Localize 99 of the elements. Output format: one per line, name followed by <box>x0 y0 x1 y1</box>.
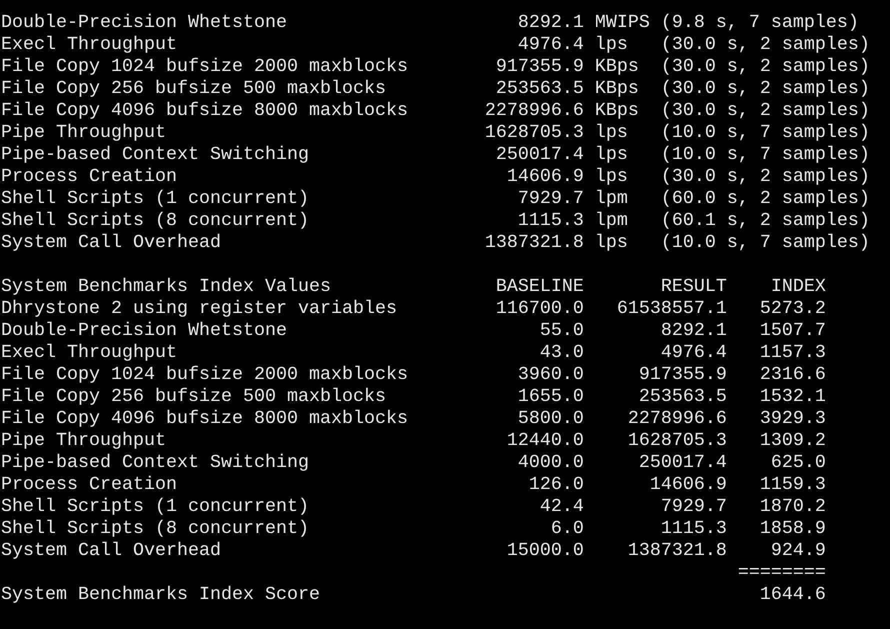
column-header: RESULT <box>660 276 727 298</box>
baseline-value: 116700.0 <box>496 298 584 320</box>
run-detail: (30.0 s, 2 samples) <box>660 56 870 78</box>
index-value: 5273.2 <box>760 298 826 320</box>
run-detail: (30.0 s, 2 samples) <box>660 166 870 188</box>
test-name: Execl Throughput <box>1 34 177 56</box>
unit-label: KBps <box>594 78 639 100</box>
result-value: 2278996.6 <box>628 408 727 430</box>
test-name: Pipe Throughput <box>1 430 166 452</box>
baseline-value: 126.0 <box>528 474 584 496</box>
run-detail: (60.0 s, 2 samples) <box>660 188 870 210</box>
result-value: 1628705.3 <box>628 430 727 452</box>
run-detail: (30.0 s, 2 samples) <box>660 100 870 122</box>
test-value: 4976.4 <box>518 34 584 56</box>
index-value: 924.9 <box>770 540 826 562</box>
result-value: 1387321.8 <box>628 540 727 562</box>
test-name: Shell Scripts (1 concurrent) <box>1 188 309 210</box>
test-name: Dhrystone 2 using register variables <box>1 298 397 320</box>
separator-line: ======== <box>738 562 826 584</box>
run-detail: (30.0 s, 2 samples) <box>660 78 870 100</box>
test-name: Pipe-based Context Switching <box>1 452 309 474</box>
test-value: 1387321.8 <box>484 232 584 254</box>
index-value: 625.0 <box>770 452 826 474</box>
test-name: Shell Scripts (8 concurrent) <box>1 518 309 540</box>
index-value: 3929.3 <box>760 408 826 430</box>
run-detail: (9.8 s, 7 samples) <box>660 12 859 34</box>
test-name: Double-Precision Whetstone <box>1 320 287 342</box>
test-name: File Copy 1024 bufsize 2000 maxblocks <box>1 56 408 78</box>
unit-label: lpm <box>594 210 628 232</box>
test-name: File Copy 256 bufsize 500 maxblocks <box>1 386 386 408</box>
test-name: File Copy 4096 bufsize 8000 maxblocks <box>1 100 408 122</box>
baseline-value: 15000.0 <box>506 540 584 562</box>
unit-label: lps <box>594 34 628 56</box>
baseline-value: 55.0 <box>540 320 584 342</box>
baseline-value: 4000.0 <box>518 452 584 474</box>
test-name: Process Creation <box>1 166 177 188</box>
baseline-value: 3960.0 <box>518 364 584 386</box>
test-value: 1115.3 <box>518 210 584 232</box>
test-name: System Call Overhead <box>1 232 221 254</box>
result-value: 917355.9 <box>638 364 727 386</box>
index-value: 1532.1 <box>760 386 826 408</box>
score-value: 1644.6 <box>760 584 826 606</box>
column-header: INDEX <box>770 276 826 298</box>
index-value: 2316.6 <box>760 364 826 386</box>
test-name: Shell Scripts (1 concurrent) <box>1 496 309 518</box>
baseline-value: 5800.0 <box>518 408 584 430</box>
result-value: 250017.4 <box>638 452 727 474</box>
test-value: 917355.9 <box>496 56 584 78</box>
run-detail: (30.0 s, 2 samples) <box>660 34 870 56</box>
baseline-value: 42.4 <box>540 496 584 518</box>
baseline-value: 12440.0 <box>506 430 584 452</box>
test-name: Double-Precision Whetstone <box>1 12 287 34</box>
test-value: 2278996.6 <box>484 100 584 122</box>
unit-label: MWIPS <box>594 12 650 34</box>
index-value: 1157.3 <box>760 342 826 364</box>
unit-label: KBps <box>594 56 639 78</box>
result-value: 4976.4 <box>660 342 727 364</box>
index-value: 1507.7 <box>760 320 826 342</box>
baseline-value: 6.0 <box>550 518 584 540</box>
unit-label: lps <box>594 122 628 144</box>
index-value: 1858.9 <box>760 518 826 540</box>
index-value: 1870.2 <box>760 496 826 518</box>
index-value: 1159.3 <box>760 474 826 496</box>
test-name: File Copy 256 bufsize 500 maxblocks <box>1 78 386 100</box>
baseline-value: 43.0 <box>540 342 584 364</box>
result-value: 1115.3 <box>660 518 727 540</box>
test-name: Shell Scripts (8 concurrent) <box>1 210 309 232</box>
test-value: 253563.5 <box>496 78 584 100</box>
unit-label: lpm <box>594 188 628 210</box>
test-value: 1628705.3 <box>484 122 584 144</box>
score-label: System Benchmarks Index Score <box>1 584 320 606</box>
column-header: BASELINE <box>496 276 584 298</box>
run-detail: (10.0 s, 7 samples) <box>660 232 870 254</box>
unit-label: lps <box>594 232 628 254</box>
test-name: System Call Overhead <box>1 540 221 562</box>
test-value: 14606.9 <box>506 166 584 188</box>
run-detail: (10.0 s, 7 samples) <box>660 144 870 166</box>
test-value: 7929.7 <box>518 188 584 210</box>
baseline-value: 1655.0 <box>518 386 584 408</box>
test-name: Pipe Throughput <box>1 122 166 144</box>
result-value: 8292.1 <box>660 320 727 342</box>
unit-label: lps <box>594 166 628 188</box>
result-value: 7929.7 <box>660 496 727 518</box>
test-value: 8292.1 <box>518 12 584 34</box>
test-name: Execl Throughput <box>1 342 177 364</box>
test-name: File Copy 4096 bufsize 8000 maxblocks <box>1 408 408 430</box>
unit-label: KBps <box>594 100 639 122</box>
test-name: Pipe-based Context Switching <box>1 144 309 166</box>
test-name: File Copy 1024 bufsize 2000 maxblocks <box>1 364 408 386</box>
result-value: 14606.9 <box>650 474 727 496</box>
index-value: 1309.2 <box>760 430 826 452</box>
run-detail: (60.1 s, 2 samples) <box>660 210 870 232</box>
run-detail: (10.0 s, 7 samples) <box>660 122 870 144</box>
unit-label: lps <box>594 144 628 166</box>
section-title: System Benchmarks Index Values <box>1 276 331 298</box>
result-value: 253563.5 <box>638 386 727 408</box>
result-value: 61538557.1 <box>616 298 727 320</box>
test-name: Process Creation <box>1 474 177 496</box>
test-value: 250017.4 <box>496 144 584 166</box>
